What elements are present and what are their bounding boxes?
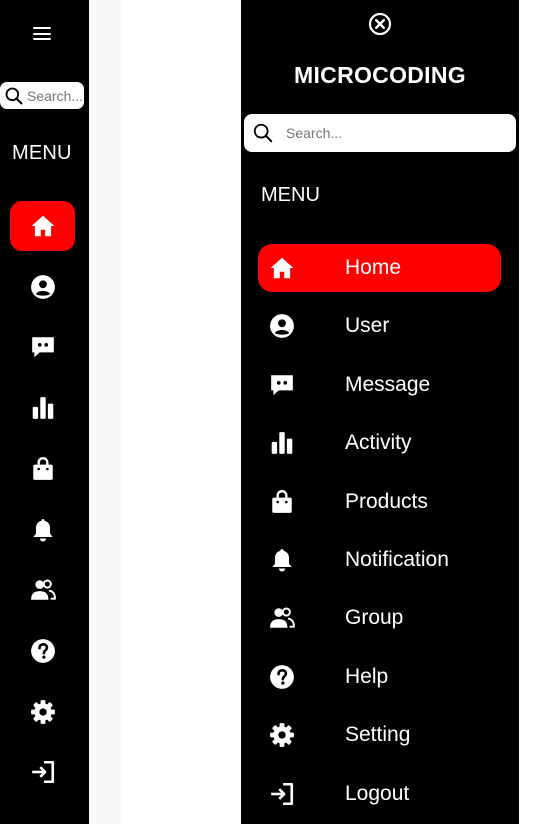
sidebar-item-logout[interactable]: Logout <box>258 770 501 818</box>
close-icon[interactable] <box>368 12 392 36</box>
user-circle-icon <box>30 274 56 300</box>
sidebar-item-label: Group <box>345 606 404 630</box>
sidebar-item-label: Activity <box>345 431 412 455</box>
sidebar-item-group[interactable]: Group <box>258 594 501 642</box>
collapsed-nav-notification[interactable] <box>10 505 75 555</box>
help-icon <box>30 638 56 664</box>
collapsed-nav-group[interactable] <box>10 565 75 615</box>
sidebar-item-label: Logout <box>345 781 410 805</box>
collapsed-nav-setting[interactable] <box>10 687 75 737</box>
sidebar-item-label: User <box>345 314 390 338</box>
sidebar-item-setting[interactable]: Setting <box>258 711 501 759</box>
sidebar-item-message[interactable]: Message <box>258 361 501 409</box>
gear-icon <box>269 722 295 748</box>
user-circle-icon <box>269 313 295 339</box>
collapsed-nav-user[interactable] <box>10 262 75 312</box>
message-icon <box>269 372 295 398</box>
message-icon <box>30 334 56 360</box>
collapsed-nav-help[interactable] <box>10 626 75 676</box>
shopping-bag-icon <box>269 489 295 515</box>
sidebar-item-user[interactable]: User <box>258 302 501 350</box>
collapsed-nav-activity[interactable] <box>10 383 75 433</box>
sidebar-item-label: Message <box>345 372 431 396</box>
gear-icon <box>30 699 56 725</box>
collapsed-search-input[interactable] <box>27 87 83 104</box>
expanded-search-box[interactable] <box>244 114 516 152</box>
bell-icon <box>269 547 295 573</box>
collapsed-nav-home[interactable] <box>10 201 75 251</box>
collapsed-nav-logout[interactable] <box>10 747 75 797</box>
bell-icon <box>30 517 56 543</box>
sidebar-item-products[interactable]: Products <box>258 478 501 526</box>
home-icon <box>30 213 56 239</box>
search-icon <box>253 123 273 143</box>
logout-icon <box>30 759 56 785</box>
home-icon <box>269 255 295 281</box>
sidebar-item-notification[interactable]: Notification <box>258 536 501 584</box>
brand-title: MICROCODING <box>294 62 466 88</box>
collapsed-nav-products[interactable] <box>10 444 75 494</box>
collapsed-menu-heading: MENU <box>12 142 72 164</box>
expanded-search-input[interactable] <box>286 125 486 141</box>
sidebar-item-label: Setting <box>345 723 411 747</box>
collapsed-sidebar: MENU <box>0 0 89 824</box>
sidebar-item-label: Notification <box>345 548 449 571</box>
group-icon <box>269 605 295 631</box>
bar-chart-icon <box>269 430 295 456</box>
expanded-sidebar: MICROCODING MENU Home User Message Activity… <box>241 0 519 824</box>
search-icon <box>5 87 23 104</box>
group-icon <box>30 577 56 603</box>
sidebar-item-label: Products <box>345 489 428 513</box>
sidebar-item-help[interactable]: Help <box>258 653 501 701</box>
logout-icon <box>269 781 295 807</box>
expanded-menu-heading: MENU <box>261 184 320 206</box>
collapsed-nav-message[interactable] <box>10 322 75 372</box>
sidebar-item-activity[interactable]: Activity <box>258 419 501 467</box>
collapsed-search-box[interactable] <box>0 82 84 109</box>
shopping-bag-icon <box>30 456 56 482</box>
content-gutter <box>89 0 121 824</box>
hamburger-menu-icon[interactable] <box>33 26 51 42</box>
sidebar-item-home[interactable]: Home <box>258 244 501 292</box>
help-icon <box>269 664 295 690</box>
bar-chart-icon <box>30 395 56 421</box>
sidebar-item-label: Help <box>345 664 389 688</box>
sidebar-item-label: Home <box>345 256 402 279</box>
